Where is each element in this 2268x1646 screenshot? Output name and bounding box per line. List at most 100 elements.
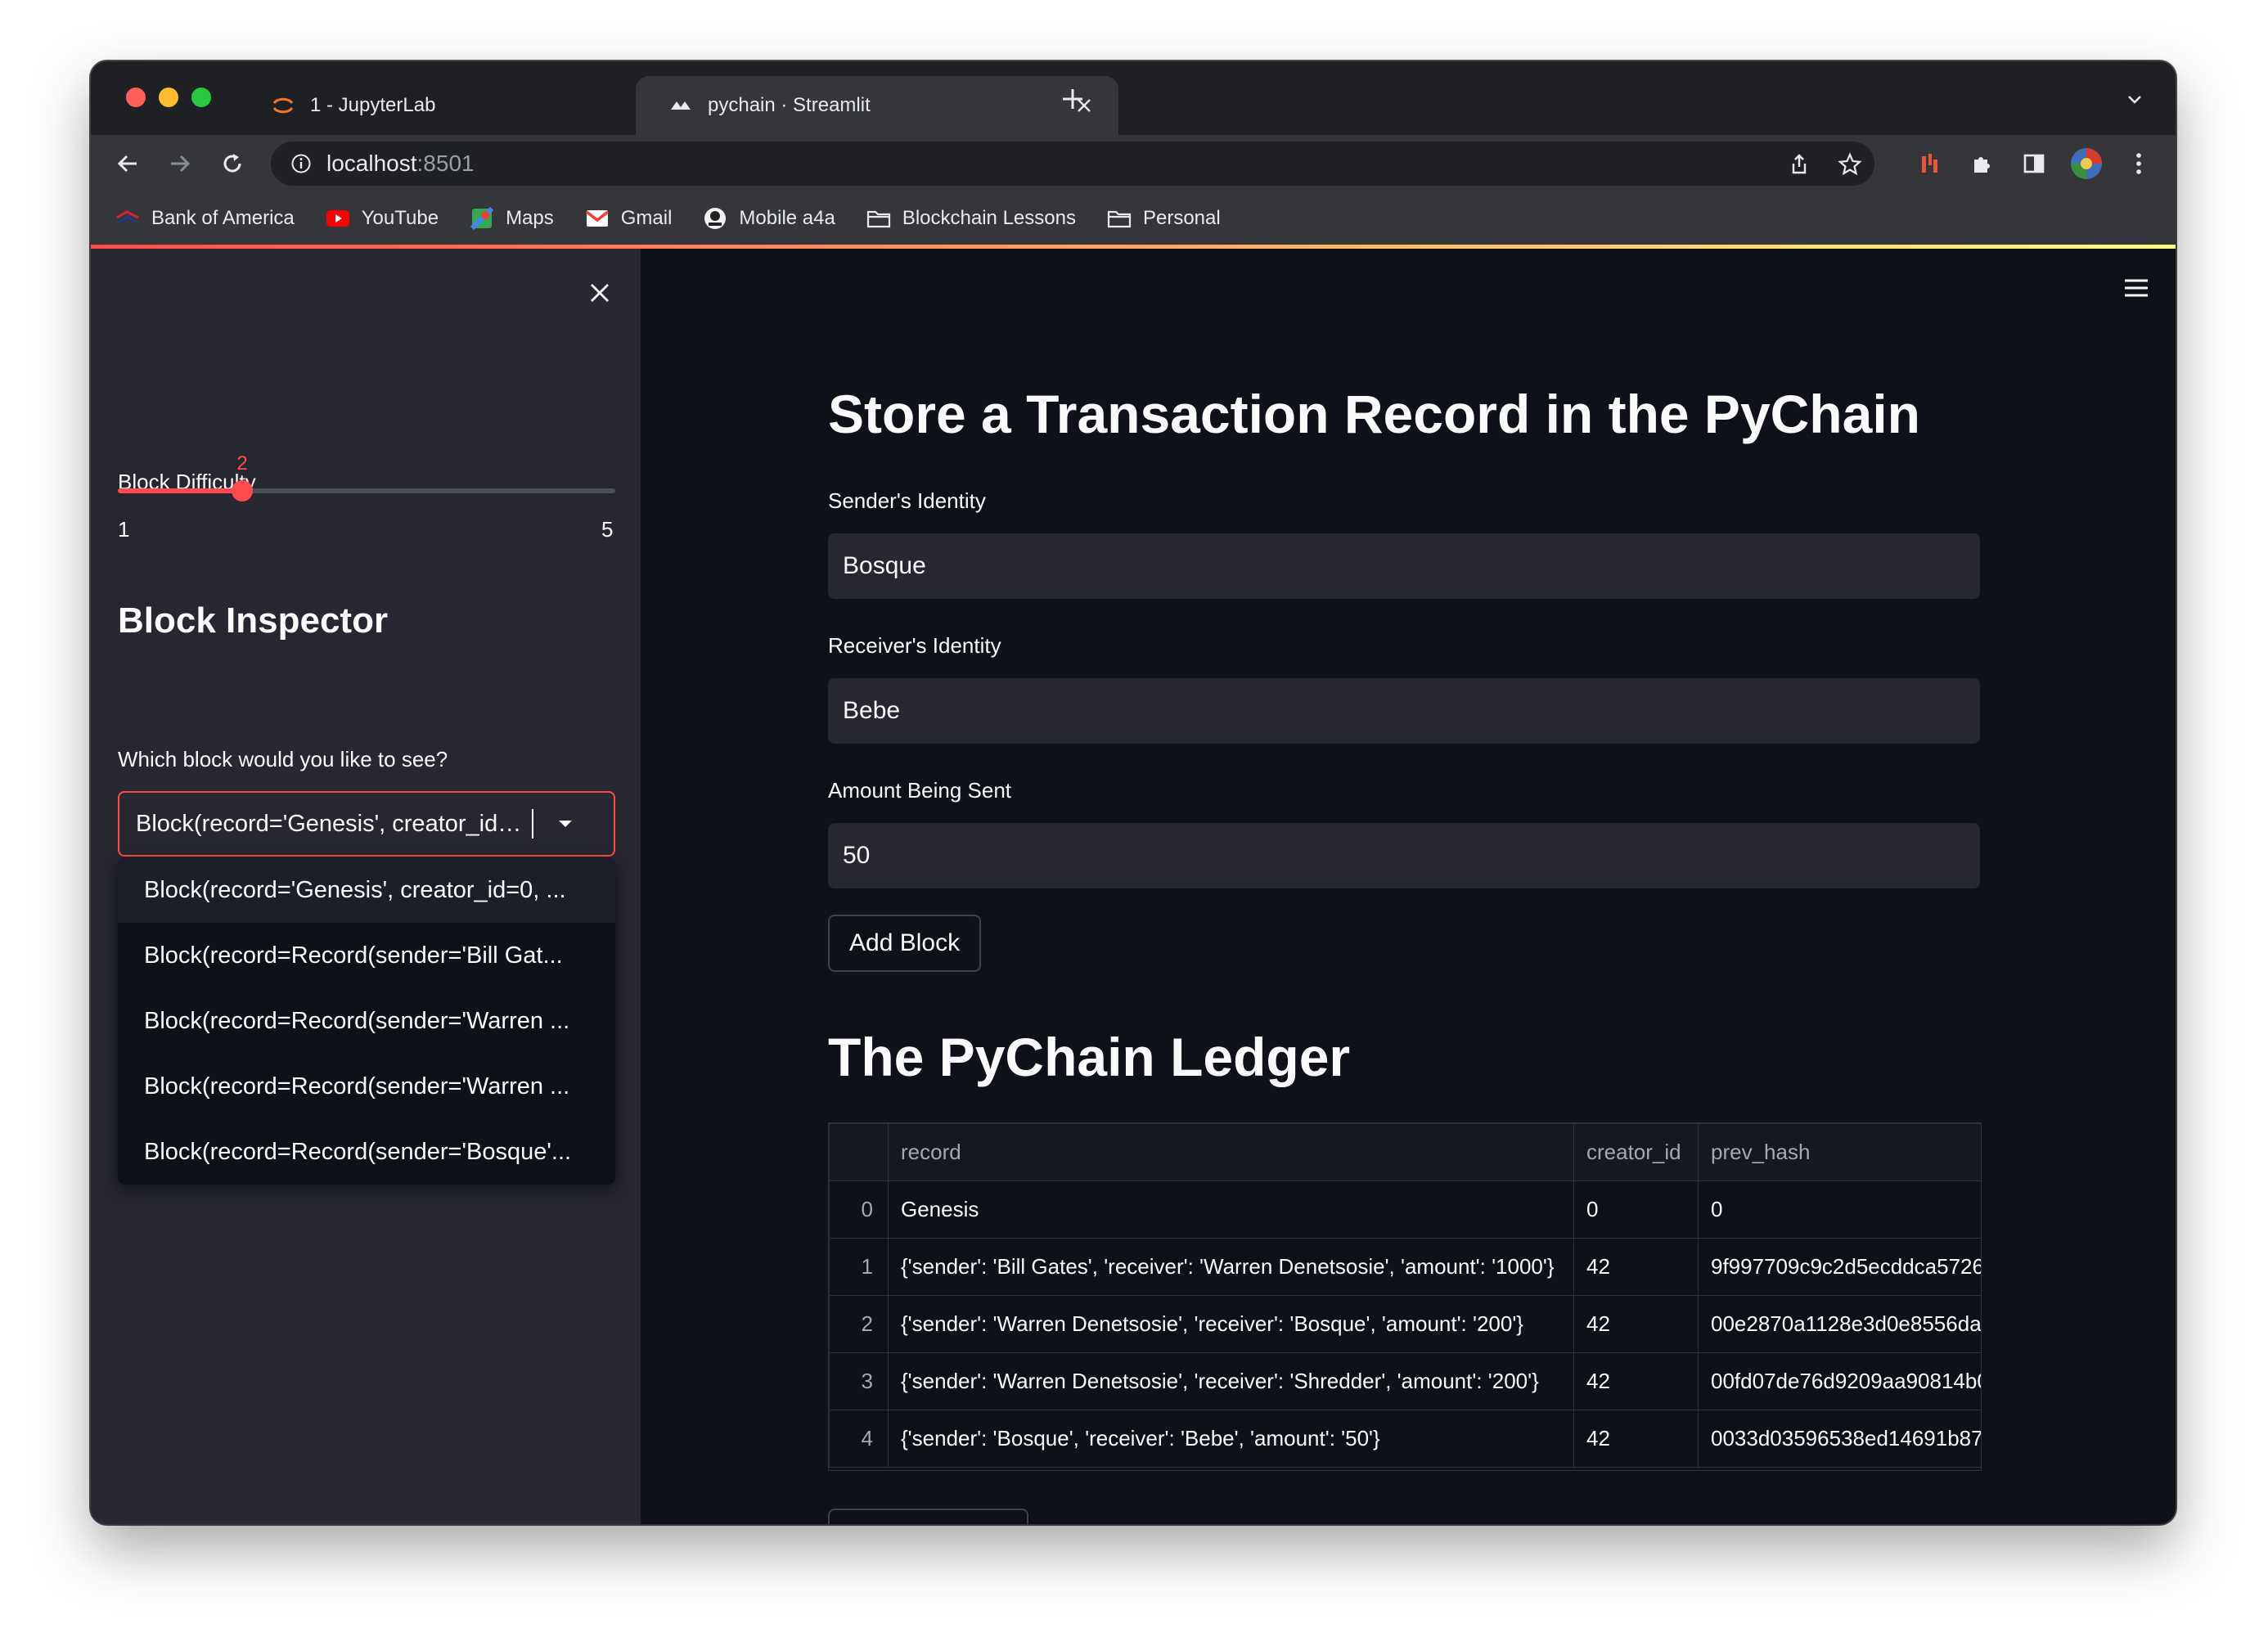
block-option[interactable]: Block(record=Record(sender='Bosque'... xyxy=(118,1119,615,1185)
site-info-icon[interactable] xyxy=(289,151,313,176)
profile-avatar[interactable] xyxy=(2068,145,2105,182)
puzzle-icon[interactable] xyxy=(1963,145,2000,182)
youtube-icon xyxy=(326,206,350,231)
text-caret xyxy=(532,809,533,839)
record-cell[interactable]: {'sender': 'Warren Denetsosie', 'receive… xyxy=(888,1295,1574,1353)
side-panel-icon[interactable] xyxy=(2015,145,2053,182)
bookmark-youtube[interactable]: YouTube xyxy=(316,199,448,238)
plus-icon xyxy=(1063,89,1082,109)
bookmark-folder-personal[interactable]: Personal xyxy=(1097,199,1231,238)
creator-id-cell[interactable]: 42 xyxy=(1573,1295,1699,1353)
sender-label: Sender's Identity xyxy=(828,488,986,513)
new-tab-button[interactable] xyxy=(1056,84,1089,117)
amount-label: Amount Being Sent xyxy=(828,778,1012,803)
table-row: 2 {'sender': 'Warren Denetsosie', 'recei… xyxy=(829,1295,1981,1353)
block-select-label: Which block would you like to see? xyxy=(118,747,448,771)
tab-pychain-streamlit[interactable]: pychain · Streamlit xyxy=(636,76,1118,135)
row-index: 3 xyxy=(829,1352,889,1410)
block-option[interactable]: Block(record=Record(sender='Bill Gat... xyxy=(118,923,615,988)
column-header-index[interactable] xyxy=(829,1123,889,1181)
block-option[interactable]: Block(record=Record(sender='Warren ... xyxy=(118,988,615,1054)
minimize-window-button[interactable] xyxy=(159,88,178,107)
table-row: 1 {'sender': 'Bill Gates', 'receiver': '… xyxy=(829,1238,1981,1296)
creator-id-cell[interactable]: 42 xyxy=(1573,1238,1699,1296)
table-row: 3 {'sender': 'Warren Denetsosie', 'recei… xyxy=(829,1352,1981,1410)
record-cell[interactable]: {'sender': 'Warren Denetsosie', 'receive… xyxy=(888,1352,1574,1410)
bookmark-label: Blockchain Lessons xyxy=(902,207,1076,229)
close-window-button[interactable] xyxy=(126,88,146,107)
bookmark-label: Mobile a4a xyxy=(739,207,835,229)
add-block-button[interactable]: Add Block xyxy=(828,915,982,972)
block-option[interactable]: Block(record=Record(sender='Warren ... xyxy=(118,1054,615,1119)
row-index: 4 xyxy=(829,1410,889,1468)
record-cell[interactable]: {'sender': 'Bill Gates', 'receiver': 'Wa… xyxy=(888,1238,1574,1296)
forward-button[interactable] xyxy=(161,145,199,182)
bookmark-label: Maps xyxy=(506,207,554,229)
tab-strip: 1 - JupyterLab pychain · Streamlit xyxy=(91,61,2176,135)
main-menu-button[interactable] xyxy=(2120,272,2153,304)
receiver-label: Receiver's Identity xyxy=(828,633,1001,658)
close-sidebar-button[interactable] xyxy=(582,275,618,311)
row-index: 2 xyxy=(829,1295,889,1353)
bookmark-gmail[interactable]: Gmail xyxy=(575,199,682,238)
block-option[interactable]: Block(record='Genesis', creator_id=0, ..… xyxy=(118,857,615,923)
address-bar[interactable]: localhost:8501 xyxy=(271,142,1874,186)
browser-window: 1 - JupyterLab pychain · Streamlit local… xyxy=(91,61,2176,1524)
ledger-title: The PyChain Ledger xyxy=(828,1027,1351,1087)
tab-title: pychain · Streamlit xyxy=(708,94,871,116)
record-cell[interactable]: Genesis xyxy=(888,1181,1574,1239)
maximize-window-button[interactable] xyxy=(191,88,211,107)
slider-max-label: 5 xyxy=(601,517,614,542)
column-header-prev-hash[interactable]: prev_hash xyxy=(1698,1123,1981,1181)
bookmark-bank-of-america[interactable]: Bank of America xyxy=(106,199,304,238)
bookmarks-bar: Bank of America YouTube Maps Gmail Mobil… xyxy=(91,192,2176,245)
slider-thumb[interactable] xyxy=(232,480,253,501)
receiver-input[interactable]: Bebe xyxy=(828,678,1980,744)
main-content: Store a Transaction Record in the PyChai… xyxy=(641,249,2176,1524)
block-difficulty-slider[interactable]: 2 xyxy=(118,452,615,501)
bookmark-star-icon[interactable] xyxy=(1835,150,1865,179)
amount-input[interactable]: 50 xyxy=(828,823,1980,888)
sender-input[interactable]: Bosque xyxy=(828,533,1980,599)
prev-hash-cell[interactable]: 0 xyxy=(1698,1181,1981,1239)
bookmark-folder-blockchain-lessons[interactable]: Blockchain Lessons xyxy=(857,199,1086,238)
bookmark-label: YouTube xyxy=(361,207,439,229)
url-text: localhost:8501 xyxy=(326,151,475,176)
more-vert-icon[interactable] xyxy=(2120,145,2158,182)
column-header-record[interactable]: record xyxy=(888,1123,1574,1181)
row-index: 0 xyxy=(829,1181,889,1239)
prev-hash-cell[interactable]: 00e2870a1128e3d0e8556dac xyxy=(1698,1295,1981,1353)
creator-id-cell[interactable]: 42 xyxy=(1573,1410,1699,1468)
share-icon[interactable] xyxy=(1784,150,1814,179)
slider-fill xyxy=(118,488,242,493)
record-cell[interactable]: {'sender': 'Bosque', 'receiver': 'Bebe',… xyxy=(888,1410,1574,1468)
row-index: 1 xyxy=(829,1238,889,1296)
prev-hash-cell[interactable]: 0033d03596538ed14691b87 xyxy=(1698,1410,1981,1468)
bookmark-mobile-a4a[interactable]: Mobile a4a xyxy=(693,199,844,238)
jupyter-icon xyxy=(271,93,295,118)
prev-hash-cell[interactable]: 00fd07de76d9209aa90814b0 xyxy=(1698,1352,1981,1410)
chevron-down-icon xyxy=(2128,96,2141,104)
block-select-value: Block(record='Genesis', creator_id=... xyxy=(136,810,529,837)
block-inspector-title: Block Inspector xyxy=(118,600,389,641)
slider-min-label: 1 xyxy=(118,517,130,542)
folder-icon xyxy=(866,206,891,231)
bank-of-america-icon xyxy=(115,206,140,231)
bookmark-maps[interactable]: Maps xyxy=(460,199,564,238)
reload-button[interactable] xyxy=(214,145,251,182)
creator-id-cell[interactable]: 0 xyxy=(1573,1181,1699,1239)
folder-icon xyxy=(1107,206,1132,231)
chevron-down-icon[interactable] xyxy=(553,812,578,836)
ledger-table[interactable]: record creator_id prev_hash 0 Genesis 0 … xyxy=(828,1122,1982,1471)
prev-hash-cell[interactable]: 9f997709c9c2d5ecddca5726 xyxy=(1698,1238,1981,1296)
validate-chain-button[interactable]: Validate Chain xyxy=(828,1509,1028,1524)
creator-id-cell[interactable]: 42 xyxy=(1573,1352,1699,1410)
bookmark-label: Gmail xyxy=(620,207,673,229)
column-header-creator-id[interactable]: creator_id xyxy=(1573,1123,1699,1181)
tab-title: 1 - JupyterLab xyxy=(310,94,436,116)
tab-search-button[interactable] xyxy=(2118,86,2151,119)
back-button[interactable] xyxy=(109,145,146,182)
gmail-icon xyxy=(585,206,610,231)
block-select[interactable]: Block(record='Genesis', creator_id=... xyxy=(118,791,615,857)
extension-icon[interactable] xyxy=(1911,145,1949,182)
